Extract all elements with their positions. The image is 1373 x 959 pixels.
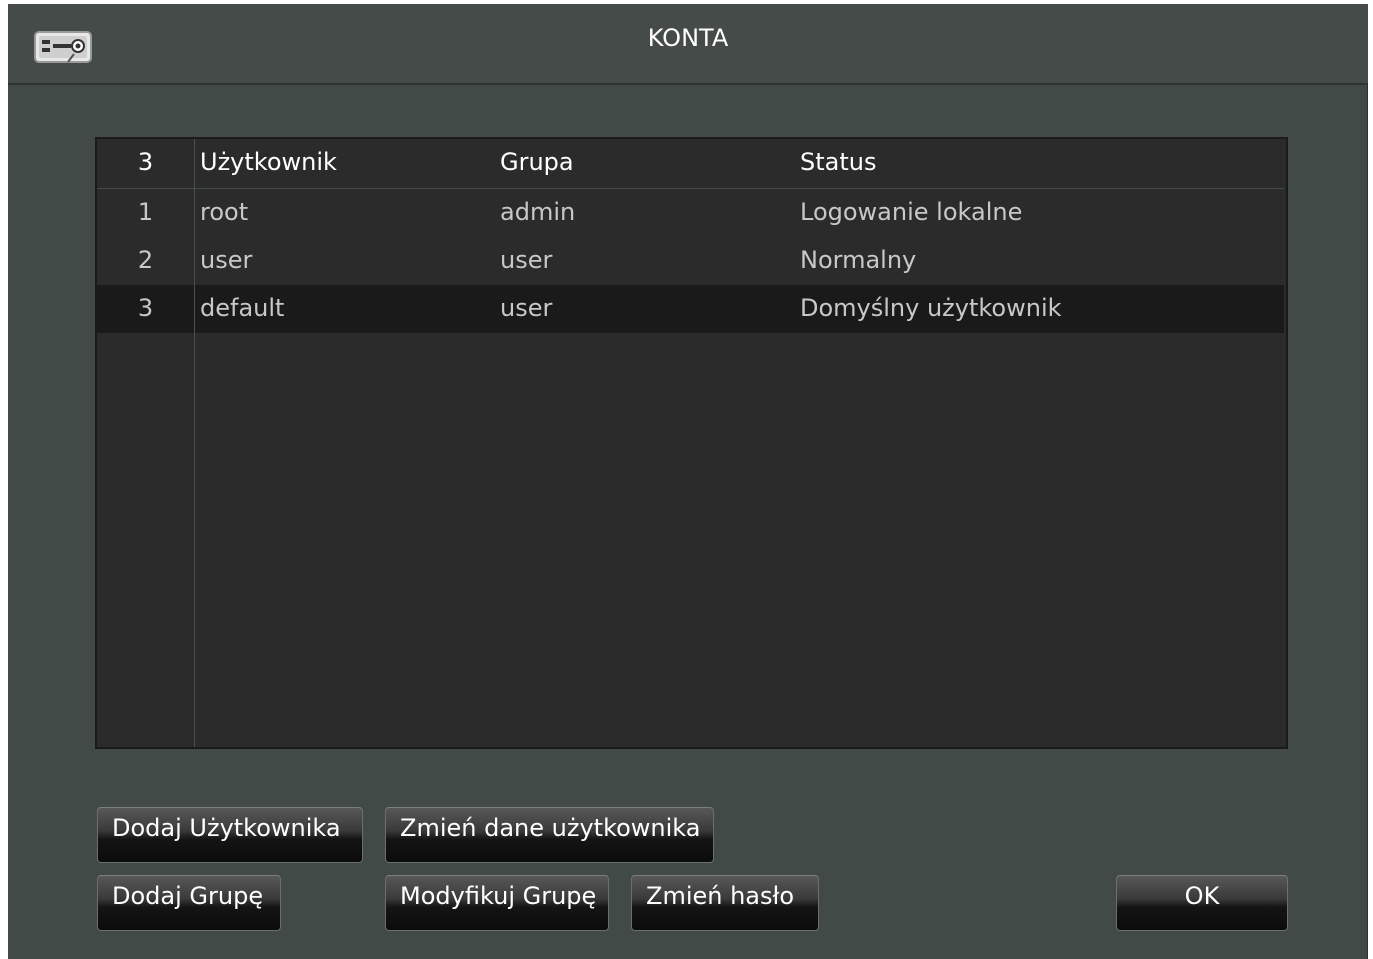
window-title: KONTA [647, 24, 729, 52]
modify-group-button[interactable]: Modyfikuj Grupę [385, 875, 609, 931]
row-status: Normalny [800, 246, 917, 274]
change-password-button[interactable]: Zmień hasło [631, 875, 819, 931]
row-user: user [200, 246, 253, 274]
add-group-button[interactable]: Dodaj Grupę [97, 875, 281, 931]
table-row[interactable]: 1 root admin Logowanie lokalne [97, 189, 1284, 237]
header-status[interactable]: Status [800, 139, 876, 185]
title-bar: KONTA [8, 4, 1368, 85]
row-user: root [200, 198, 249, 226]
add-user-button[interactable]: Dodaj Użytkownika [97, 807, 363, 863]
column-divider [194, 139, 195, 747]
row-number: 3 [137, 294, 154, 322]
row-group: user [500, 294, 553, 322]
row-status: Domyślny użytkownik [800, 294, 1062, 322]
ok-button[interactable]: OK [1116, 875, 1288, 931]
row-status: Logowanie lokalne [800, 198, 1023, 226]
header-user[interactable]: Użytkownik [200, 139, 337, 185]
header-group[interactable]: Grupa [500, 139, 574, 185]
table-header: 3 Użytkownik Grupa Status [97, 139, 1284, 189]
row-group: user [500, 246, 553, 274]
accounts-dialog: KONTA 3 Użytkownik Grupa Status 1 root a… [8, 4, 1368, 959]
accounts-table: 3 Użytkownik Grupa Status 1 root admin L… [95, 137, 1288, 749]
row-user: default [200, 294, 285, 322]
modify-user-button[interactable]: Zmień dane użytkownika [385, 807, 714, 863]
row-number: 1 [137, 198, 154, 226]
table-row-selected[interactable]: 3 default user Domyślny użytkownik [97, 285, 1284, 333]
header-count: 3 [137, 148, 154, 176]
row-group: admin [500, 198, 576, 226]
table-row[interactable]: 2 user user Normalny [97, 237, 1284, 285]
row-number: 2 [137, 246, 154, 274]
